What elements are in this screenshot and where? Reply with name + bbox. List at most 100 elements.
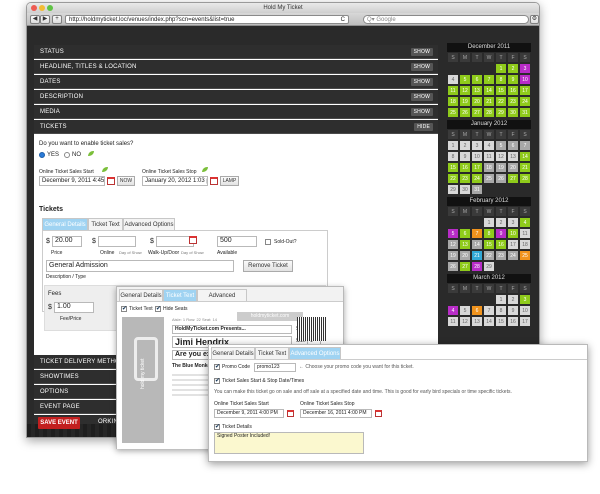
ticket-details-checkbox[interactable]: ✔ (214, 424, 220, 430)
calendar-day[interactable]: 15 (483, 239, 495, 250)
calendar-day[interactable]: 27 (507, 173, 519, 184)
calendar-day[interactable]: 22 (483, 250, 495, 261)
tab-advanced-options[interactable]: Advanced Options (123, 218, 175, 230)
calendar-day[interactable]: 22 (447, 173, 459, 184)
calendar-day[interactable]: 14 (519, 151, 531, 162)
calendar-day[interactable]: 6 (471, 305, 483, 316)
tab-general-details[interactable]: General Details (119, 289, 163, 301)
calendar-day[interactable]: 1 (447, 140, 459, 151)
calendar-day[interactable]: 8 (495, 305, 507, 316)
calendar-icon[interactable] (375, 410, 382, 417)
calendar-day[interactable]: 6 (507, 140, 519, 151)
tab-general-details[interactable]: General Details (211, 347, 255, 359)
calendar-day[interactable]: 15 (495, 316, 507, 327)
calendar-day[interactable]: 11 (447, 316, 459, 327)
forward-button[interactable]: ▶ (40, 15, 50, 24)
calendar-day[interactable]: 26 (447, 261, 459, 272)
section-toggle-button[interactable]: SHOW (410, 93, 433, 101)
calendar-day[interactable]: 20 (459, 250, 471, 261)
calendar-day[interactable]: 12 (459, 85, 471, 96)
calendar-day[interactable]: 21 (471, 250, 483, 261)
calendar-day[interactable]: 26 (459, 107, 471, 118)
calendar-day[interactable]: 2 (495, 217, 507, 228)
calendar-day[interactable]: 16 (507, 85, 519, 96)
calendar-day[interactable]: 28 (471, 261, 483, 272)
adv-start-field[interactable]: December 9, 2011 4:00 PM (214, 409, 284, 418)
calendar-day[interactable]: 22 (495, 96, 507, 107)
calendar-day[interactable]: 31 (519, 107, 531, 118)
calendar-day[interactable]: 14 (471, 239, 483, 250)
calendar-day[interactable]: 15 (447, 162, 459, 173)
calendar-day[interactable]: 25 (519, 250, 531, 261)
calendar-day[interactable]: 20 (507, 162, 519, 173)
calendar-day[interactable]: 16 (459, 162, 471, 173)
fee-input[interactable]: 1.00 (54, 302, 94, 313)
available-input[interactable]: 500 (217, 236, 257, 247)
calendar-day[interactable]: 9 (495, 228, 507, 239)
presents-input[interactable]: HoldMyTicket.com Presents... (172, 325, 292, 334)
back-button[interactable]: ◀ (30, 15, 40, 24)
calendar-day[interactable]: 7 (483, 74, 495, 85)
calendar-day[interactable]: 8 (447, 151, 459, 162)
calendar-icon[interactable] (189, 236, 197, 244)
calendar-day[interactable]: 15 (495, 85, 507, 96)
section-bar-tickets[interactable]: TICKETS HIDE (34, 120, 438, 134)
no-radio[interactable] (64, 152, 70, 158)
calendar-day[interactable]: 19 (495, 162, 507, 173)
calendar-day[interactable]: 1 (495, 294, 507, 305)
calendar-day[interactable]: 8 (483, 228, 495, 239)
calendar-day[interactable]: 6 (471, 74, 483, 85)
calendar-day[interactable]: 29 (495, 107, 507, 118)
calendar-day[interactable]: 14 (483, 85, 495, 96)
calendar-day[interactable]: 5 (447, 228, 459, 239)
lamp-button[interactable]: LAMP (220, 176, 239, 186)
calendar-icon[interactable] (287, 410, 294, 417)
calendar-day[interactable]: 10 (507, 228, 519, 239)
adv-stop-field[interactable]: December 16, 2011 4:00 PM (300, 409, 372, 418)
calendar-day[interactable]: 10 (519, 305, 531, 316)
calendar-day[interactable]: 18 (519, 239, 531, 250)
calendar-day[interactable]: 3 (471, 140, 483, 151)
tab-advanced-options[interactable]: Advanced Options (289, 347, 341, 359)
calendar-day[interactable]: 19 (447, 250, 459, 261)
calendar-day[interactable]: 7 (471, 228, 483, 239)
calendar-day[interactable]: 11 (447, 85, 459, 96)
calendar-day[interactable]: 30 (459, 184, 471, 195)
calendar-day[interactable]: 2 (459, 140, 471, 151)
calendar-day[interactable]: 4 (519, 217, 531, 228)
calendar-day[interactable]: 31 (471, 184, 483, 195)
calendar-day[interactable]: 16 (495, 239, 507, 250)
section-bar-dates[interactable]: DATES SHOW (34, 75, 438, 89)
hide-seats-checkbox[interactable]: ✔ (155, 306, 161, 312)
calendar-day[interactable]: 12 (447, 239, 459, 250)
promo-code-input[interactable]: promo123 (254, 363, 296, 372)
calendar-day[interactable]: 23 (495, 250, 507, 261)
save-event-button[interactable]: SAVE EVENT (38, 417, 80, 429)
section-toggle-button[interactable]: SHOW (410, 63, 433, 71)
calendar-day[interactable]: 1 (483, 217, 495, 228)
description-input[interactable]: General Admission (46, 260, 234, 272)
calendar-day[interactable]: 24 (507, 250, 519, 261)
zoom-window-icon[interactable] (47, 5, 53, 11)
calendar-day[interactable]: 17 (507, 239, 519, 250)
tab-advanced-options[interactable]: Advanced Options (197, 289, 247, 311)
promo-code-checkbox[interactable]: ✔ (214, 364, 220, 370)
calendar-day[interactable]: 13 (471, 85, 483, 96)
calendar-day[interactable]: 3 (519, 294, 531, 305)
section-bar-media[interactable]: MEDIA SHOW (34, 105, 438, 119)
tab-ticket-text[interactable]: Ticket Text (88, 218, 123, 230)
calendar-day[interactable]: 4 (483, 140, 495, 151)
section-toggle-button[interactable]: SHOW (410, 48, 433, 56)
calendar-day[interactable]: 13 (459, 239, 471, 250)
sales-stop-field[interactable]: January 20, 2012 1:03 pm (142, 176, 208, 186)
calendar-day[interactable]: 12 (495, 151, 507, 162)
calendar-day[interactable]: 9 (507, 74, 519, 85)
calendar-day[interactable]: 17 (519, 85, 531, 96)
reload-icon[interactable]: C (341, 16, 345, 24)
calendar-day[interactable]: 20 (471, 96, 483, 107)
yes-radio[interactable] (39, 152, 45, 158)
calendar-day[interactable]: 4 (447, 74, 459, 85)
search-input[interactable]: Q▾ Google (363, 15, 529, 24)
calendar-day[interactable]: 1 (495, 63, 507, 74)
tab-ticket-text[interactable]: Ticket Text (163, 289, 197, 301)
